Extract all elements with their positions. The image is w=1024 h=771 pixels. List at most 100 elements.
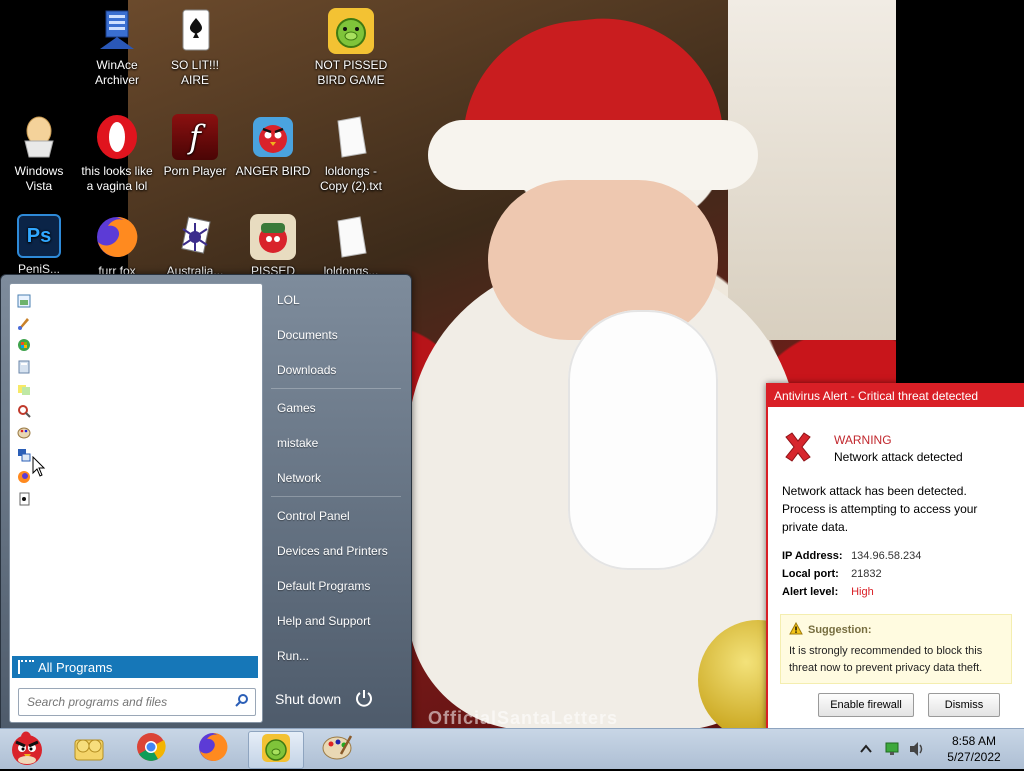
taskbar-bad-piggies[interactable] bbox=[248, 731, 304, 769]
firefox-icon bbox=[17, 470, 31, 489]
recent-program-solitaire[interactable] bbox=[14, 492, 34, 510]
alert-port-label: Local port: bbox=[782, 568, 839, 580]
suggestion-text: It is strongly recommended to block this… bbox=[789, 645, 983, 674]
wallpaper-watermark: OfficialSantaLetters bbox=[428, 708, 619, 728]
firefox-icon bbox=[197, 731, 229, 768]
bad-piggies-icon bbox=[328, 8, 374, 54]
mouse-cursor-icon bbox=[32, 455, 46, 483]
recent-program-firefox[interactable] bbox=[14, 470, 34, 488]
recent-program-brush[interactable] bbox=[14, 316, 34, 334]
alert-suggestion-box: Suggestion: It is strongly recommended t… bbox=[780, 614, 1012, 684]
alert-ip-value: 134.96.58.234 bbox=[851, 550, 922, 562]
alert-title-bar[interactable]: Antivirus Alert - Critical threat detect… bbox=[768, 385, 1024, 407]
start-item-run[interactable]: Run... bbox=[267, 642, 403, 670]
start-menu-separator bbox=[271, 388, 401, 389]
egg-icon bbox=[16, 114, 62, 160]
calculator-icon bbox=[17, 360, 31, 379]
start-item-downloads[interactable]: Downloads bbox=[267, 356, 403, 384]
start-item-network[interactable]: Network bbox=[267, 464, 403, 492]
start-menu-programs-pane: All Programs bbox=[9, 283, 263, 723]
desktop-icon-label: ANGER BIRD bbox=[235, 164, 311, 178]
all-programs-button[interactable]: All Programs bbox=[12, 656, 258, 678]
taskbar-clock[interactable]: 8:58 AM 5/27/2022 bbox=[934, 733, 1014, 765]
recent-program-sticky-notes[interactable] bbox=[14, 382, 34, 400]
sticky-notes-icon bbox=[17, 382, 31, 401]
desktop-icon-furr-fox[interactable]: furr fox bbox=[78, 214, 156, 279]
desktop-icon-label: WinAce Archiver bbox=[94, 58, 139, 87]
start-button[interactable] bbox=[0, 731, 54, 767]
recent-program-windows[interactable] bbox=[14, 338, 34, 356]
start-search-input[interactable] bbox=[25, 694, 229, 710]
start-item-help-support[interactable]: Help and Support bbox=[267, 607, 403, 635]
recent-program-paint-palette[interactable] bbox=[14, 426, 34, 444]
start-item-lol[interactable]: LOL bbox=[267, 286, 403, 314]
desktop-icon-australia[interactable]: Australia... bbox=[156, 214, 234, 279]
start-item-default-programs[interactable]: Default Programs bbox=[267, 572, 403, 600]
recent-program-remote-desktop[interactable] bbox=[14, 448, 34, 466]
desktop-icon-porn-player[interactable]: f Porn Player bbox=[156, 114, 234, 179]
shutdown-label: Shut down bbox=[275, 691, 342, 707]
chrome-icon bbox=[136, 732, 166, 767]
start-menu: All Programs LOL Documents Downloads Gam… bbox=[0, 274, 412, 730]
power-icon[interactable] bbox=[355, 689, 373, 710]
start-item-games[interactable]: Games bbox=[267, 394, 403, 422]
start-item-documents[interactable]: Documents bbox=[267, 321, 403, 349]
start-item-control-panel[interactable]: Control Panel bbox=[267, 502, 403, 530]
network-icon[interactable] bbox=[884, 741, 900, 762]
shutdown-button[interactable]: Shut down bbox=[267, 685, 403, 713]
photoshop-icon: Ps bbox=[17, 214, 61, 258]
desktop-icon-label: Porn Player bbox=[163, 164, 227, 178]
paint-palette-icon bbox=[321, 732, 353, 767]
desktop-icon-loldongs[interactable]: loldongs... bbox=[312, 214, 390, 279]
solitaire-icon bbox=[172, 8, 218, 54]
clock-time: 8:58 AM bbox=[951, 734, 997, 748]
start-menu-separator bbox=[271, 496, 401, 497]
solitaire-icon bbox=[17, 492, 31, 511]
taskbar-explorer[interactable] bbox=[62, 731, 116, 767]
recent-program-magnifier[interactable] bbox=[14, 404, 34, 422]
recent-program-paint[interactable] bbox=[14, 294, 34, 312]
windows-orb-icon bbox=[17, 338, 31, 357]
desktop-icon-opera[interactable]: this looks like a vagina lol bbox=[78, 114, 156, 194]
opera-icon bbox=[94, 114, 140, 160]
magnifier-icon bbox=[17, 404, 31, 423]
enable-firewall-button[interactable]: Enable firewall bbox=[818, 693, 914, 717]
desktop-icon-windows-vista[interactable]: Windows Vista bbox=[0, 114, 78, 194]
desktop-icon-solitaire[interactable]: SO LIT!!! AIRE bbox=[156, 8, 234, 88]
angry-birds-seasons-icon bbox=[250, 214, 296, 260]
alert-level-value: High bbox=[851, 586, 874, 598]
clock-date: 5/27/2022 bbox=[947, 750, 1001, 764]
spider-solitaire-icon bbox=[172, 214, 218, 260]
paint-icon bbox=[17, 294, 31, 313]
start-item-devices-printers[interactable]: Devices and Printers bbox=[267, 537, 403, 565]
winace-icon bbox=[94, 8, 140, 54]
antivirus-alert-window: Antivirus Alert - Critical threat detect… bbox=[766, 383, 1024, 730]
desktop-icon-label: SO LIT!!! AIRE bbox=[170, 58, 219, 87]
volume-icon[interactable] bbox=[908, 741, 926, 762]
wallpaper-face bbox=[488, 180, 718, 340]
desktop-icon-winace[interactable]: WinAce Archiver bbox=[78, 8, 156, 88]
dismiss-button[interactable]: Dismiss bbox=[928, 693, 1000, 717]
angry-bird-start-icon bbox=[3, 728, 51, 771]
desktop-icon-anger-bird[interactable]: ANGER BIRD bbox=[234, 114, 312, 179]
desktop-icon-not-pissed-bird[interactable]: NOT PISSED BIRD GAME bbox=[312, 8, 390, 88]
search-icon[interactable] bbox=[235, 694, 249, 713]
alert-level-label: Alert level: bbox=[782, 586, 839, 598]
start-search-box[interactable] bbox=[18, 688, 256, 716]
wallpaper-glove bbox=[568, 310, 718, 570]
show-hidden-icons-chevron-icon[interactable] bbox=[860, 741, 872, 759]
flash-icon: f bbox=[172, 114, 218, 160]
taskbar-paint[interactable] bbox=[310, 731, 364, 767]
text-file-icon bbox=[328, 214, 374, 260]
taskbar-chrome[interactable] bbox=[124, 731, 178, 767]
desktop-icon-loldongs-copy[interactable]: loldongs - Copy (2).txt bbox=[312, 114, 390, 194]
taskbar-firefox[interactable] bbox=[186, 731, 240, 767]
alert-port-value: 21832 bbox=[851, 568, 882, 580]
angry-bird-icon bbox=[250, 114, 296, 160]
start-item-mistake[interactable]: mistake bbox=[267, 429, 403, 457]
desktop-icon-photoshop[interactable]: Ps PeniS... bbox=[0, 214, 78, 277]
remote-desktop-icon bbox=[17, 448, 31, 467]
error-x-icon bbox=[782, 431, 814, 468]
recent-program-calculator[interactable] bbox=[14, 360, 34, 378]
suggestion-title: Suggestion: bbox=[808, 624, 872, 636]
